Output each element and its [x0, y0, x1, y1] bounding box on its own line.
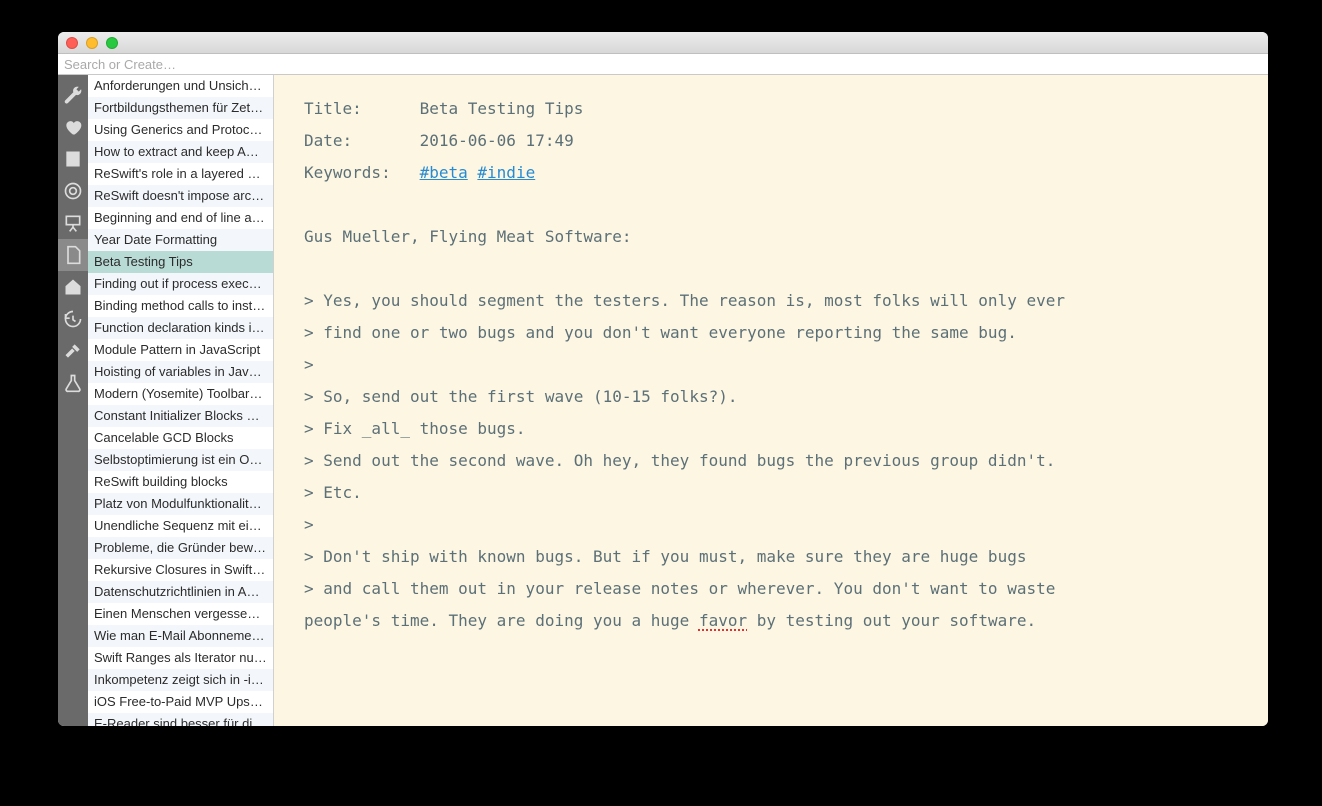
wrench-icon[interactable]	[58, 79, 88, 111]
note-editor[interactable]: Title: Beta Testing Tips Date: 2016-06-0…	[274, 75, 1268, 726]
list-item[interactable]: Swift Ranges als Iterator nu…	[88, 647, 273, 669]
target-icon[interactable]	[58, 175, 88, 207]
list-item[interactable]: Wie man E-Mail Abonneme…	[88, 625, 273, 647]
search-row	[58, 54, 1268, 75]
list-item[interactable]: Module Pattern in JavaScript	[88, 339, 273, 361]
list-item[interactable]: Anforderungen und Unsich…	[88, 75, 273, 97]
heart-icon[interactable]	[58, 111, 88, 143]
list-item[interactable]: Selbstoptimierung ist ein O…	[88, 449, 273, 471]
list-item[interactable]: Rekursive Closures in Swift…	[88, 559, 273, 581]
titlebar[interactable]	[58, 32, 1268, 54]
minimize-icon[interactable]	[86, 37, 98, 49]
hammer-icon[interactable]	[58, 335, 88, 367]
list-item[interactable]: How to extract and keep AP…	[88, 141, 273, 163]
list-item[interactable]: Datenschutzrichtlinien in A…	[88, 581, 273, 603]
search-input[interactable]	[58, 54, 1268, 74]
list-item[interactable]: Constant Initializer Blocks S…	[88, 405, 273, 427]
app-window: Anforderungen und Unsich…Fortbildungsthe…	[58, 32, 1268, 726]
history-icon[interactable]	[58, 303, 88, 335]
list-item[interactable]: Inkompetenz zeigt sich in -i…	[88, 669, 273, 691]
list-item[interactable]: Modern (Yosemite) Toolbar…	[88, 383, 273, 405]
icon-rail	[58, 75, 88, 726]
list-item[interactable]: Hoisting of variables in Java…	[88, 361, 273, 383]
list-item[interactable]: ReSwift doesn't impose arc…	[88, 185, 273, 207]
list-item[interactable]: Binding method calls to inst…	[88, 295, 273, 317]
maximize-icon[interactable]	[106, 37, 118, 49]
list-item[interactable]: Platz von Modulfunktionalit…	[88, 493, 273, 515]
list-item[interactable]: Unendliche Sequenz mit ein…	[88, 515, 273, 537]
spell-error: favor	[699, 611, 747, 630]
keyword-tag[interactable]: #beta	[420, 163, 468, 182]
list-item[interactable]: ReSwift building blocks	[88, 471, 273, 493]
home-icon[interactable]	[58, 271, 88, 303]
keyword-tag[interactable]: #indie	[477, 163, 535, 182]
flask-icon[interactable]	[58, 367, 88, 399]
list-item[interactable]: Fortbildungsthemen für Zet…	[88, 97, 273, 119]
easel-icon[interactable]	[58, 207, 88, 239]
list-item[interactable]: Beta Testing Tips	[88, 251, 273, 273]
list-item[interactable]: Einen Menschen vergessen…	[88, 603, 273, 625]
list-item[interactable]: Function declaration kinds i…	[88, 317, 273, 339]
book-icon[interactable]	[58, 143, 88, 175]
list-item[interactable]: ReSwift's role in a layered a…	[88, 163, 273, 185]
list-item[interactable]: Using Generics and Protoco…	[88, 119, 273, 141]
body: Anforderungen und Unsich…Fortbildungsthe…	[58, 75, 1268, 726]
close-icon[interactable]	[66, 37, 78, 49]
list-item[interactable]: Probleme, die Gründer bew…	[88, 537, 273, 559]
list-item[interactable]: Year Date Formatting	[88, 229, 273, 251]
note-list[interactable]: Anforderungen und Unsich…Fortbildungsthe…	[88, 75, 274, 726]
file-icon[interactable]	[58, 239, 88, 271]
list-item[interactable]: Cancelable GCD Blocks	[88, 427, 273, 449]
list-item[interactable]: iOS Free-to-Paid MVP Upse…	[88, 691, 273, 713]
list-item[interactable]: E-Reader sind besser für di…	[88, 713, 273, 726]
list-item[interactable]: Finding out if process exec…	[88, 273, 273, 295]
list-item[interactable]: Beginning and end of line a…	[88, 207, 273, 229]
